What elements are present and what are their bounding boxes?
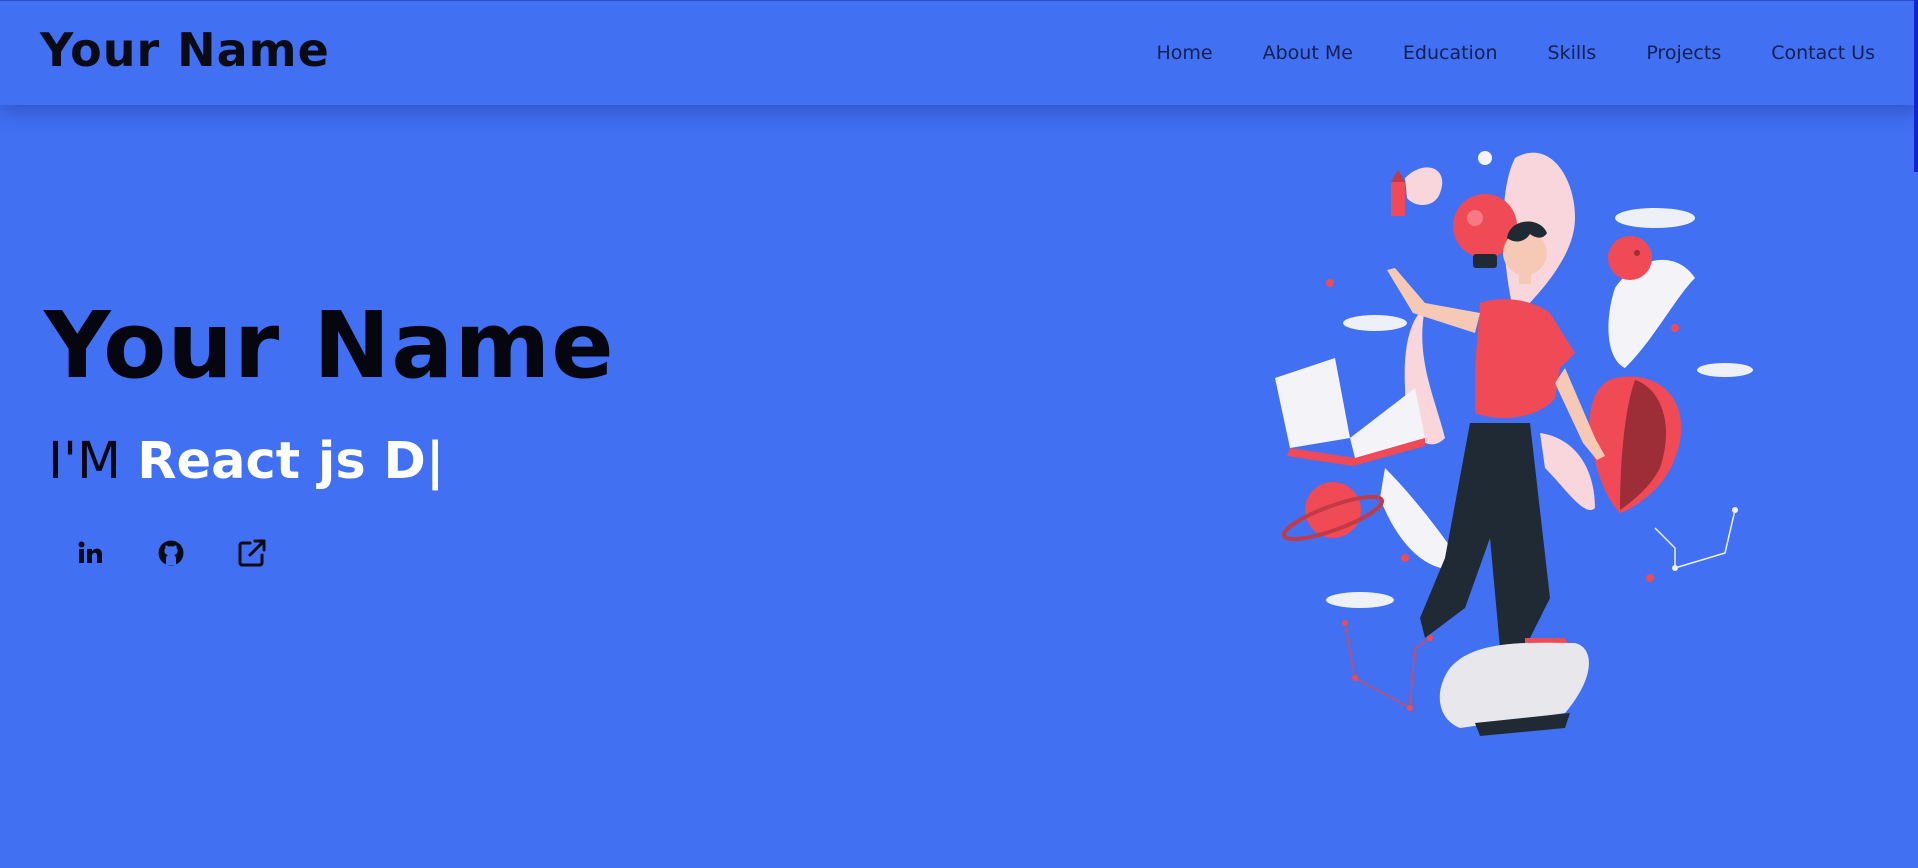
- external-link[interactable]: [232, 533, 272, 573]
- social-links: [70, 533, 313, 573]
- nav-link-skills[interactable]: Skills: [1548, 42, 1597, 64]
- nav-link-about-me[interactable]: About Me: [1263, 42, 1353, 64]
- typing-cursor: |: [425, 432, 445, 491]
- nav-link-projects[interactable]: Projects: [1646, 42, 1721, 64]
- scrollbar-thumb[interactable]: [1914, 0, 1918, 172]
- navbar: Your Name Home About Me Education Skills…: [0, 0, 1918, 105]
- nav-link-home[interactable]: Home: [1157, 42, 1213, 64]
- linkedin-icon: [78, 541, 102, 563]
- github-link[interactable]: [151, 533, 191, 573]
- hero-role: I'M React js D|: [48, 432, 445, 491]
- role-prefix: I'M: [48, 432, 138, 491]
- brand-logo-text[interactable]: Your Name: [40, 23, 330, 77]
- hero-name: Your Name: [44, 292, 615, 399]
- external-link-icon: [238, 539, 266, 567]
- nav-link-education[interactable]: Education: [1403, 42, 1498, 64]
- nav-links: Home About Me Education Skills Projects …: [1157, 42, 1876, 64]
- role-typed-text: React js D: [137, 432, 426, 491]
- nav-link-contact-us[interactable]: Contact Us: [1771, 42, 1875, 64]
- linkedin-link[interactable]: [70, 533, 110, 573]
- hero-illustration: [1275, 151, 1753, 736]
- github-icon: [158, 540, 184, 566]
